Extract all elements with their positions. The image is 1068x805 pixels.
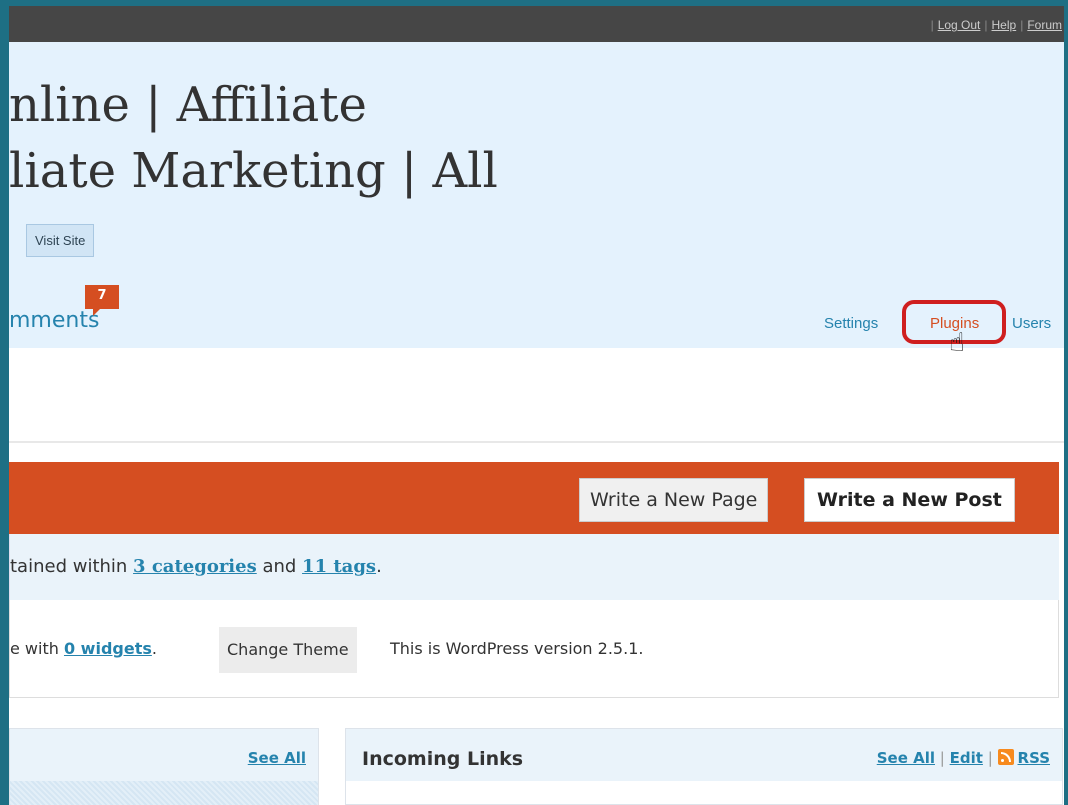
rss-icon[interactable] xyxy=(997,749,1014,765)
site-title-line-2: liate Marketing | All xyxy=(9,143,498,199)
widget-left-see-all-link[interactable]: See All xyxy=(248,749,306,767)
site-title: nline | Affiliate liate Marketing | All xyxy=(9,72,498,204)
logout-link[interactable]: Log Out xyxy=(938,18,981,32)
change-theme-button[interactable]: Change Theme xyxy=(219,627,357,673)
content-stats-row: tained within 3 categories and 11 tags. xyxy=(9,534,1059,600)
incoming-links-actions: See All | Edit | RSS xyxy=(876,749,1050,767)
forum-link[interactable]: Forum xyxy=(1027,18,1062,32)
write-new-page-button[interactable]: Write a New Page xyxy=(579,478,769,522)
widget-left-header: See All xyxy=(10,729,318,781)
incoming-links-title: Incoming Links xyxy=(362,748,524,770)
widget-left-striped-row xyxy=(10,781,318,805)
theme-info-row: e with 0 widgets. Change Theme This is W… xyxy=(9,600,1059,698)
incoming-rss-link[interactable]: RSS xyxy=(1018,749,1050,767)
write-new-post-button[interactable]: Write a New Post xyxy=(804,478,1015,522)
categories-link[interactable]: 3 categories xyxy=(133,556,257,577)
top-links: | Log Out | Help | Forum xyxy=(930,18,1062,32)
tags-link[interactable]: 11 tags xyxy=(302,556,376,577)
incoming-links-header: Incoming Links See All | Edit | RSS xyxy=(346,729,1062,781)
visit-site-button[interactable]: Visit Site xyxy=(26,224,95,257)
help-link[interactable]: Help xyxy=(992,18,1017,32)
admin-header: nline | Affiliate liate Marketing | All … xyxy=(9,42,1064,358)
window-frame-right xyxy=(1064,0,1068,805)
comments-count-badge: 7 xyxy=(85,285,119,316)
dashboard-widget-left: See All xyxy=(9,728,319,805)
widgets-link[interactable]: 0 widgets xyxy=(64,639,152,658)
admin-top-bar: | Log Out | Help | Forum xyxy=(9,6,1064,42)
window-frame-left xyxy=(0,0,9,805)
incoming-edit-link[interactable]: Edit xyxy=(950,749,983,767)
hand-cursor-icon: ☝ xyxy=(949,328,965,358)
subnav-users[interactable]: Users xyxy=(1012,315,1051,332)
theme-info-text: e with 0 widgets. xyxy=(10,639,157,658)
site-title-line-1: nline | Affiliate xyxy=(9,77,367,133)
incoming-see-all-link[interactable]: See All xyxy=(877,749,935,767)
nav-comments[interactable]: mments xyxy=(9,308,99,333)
incoming-links-widget: Incoming Links See All | Edit | RSS xyxy=(345,728,1063,805)
wordpress-version-text: This is WordPress version 2.5.1. xyxy=(390,639,644,658)
content-stats-text: tained within 3 categories and 11 tags. xyxy=(10,556,382,577)
subnav-settings[interactable]: Settings xyxy=(824,315,878,332)
section-divider xyxy=(9,441,1064,443)
